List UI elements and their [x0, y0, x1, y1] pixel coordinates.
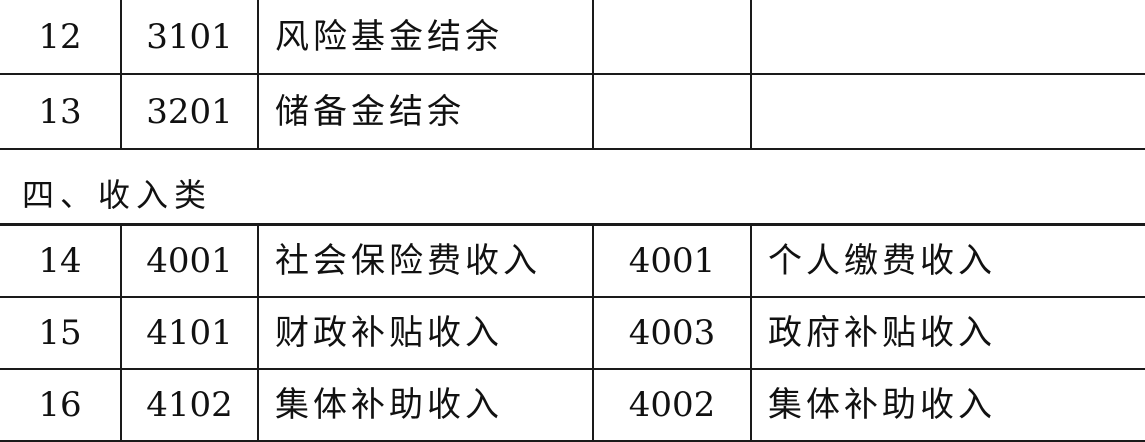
- sub-account-name: 个人缴费收入: [750, 223, 1145, 298]
- section-title: 四、收入类: [22, 176, 213, 214]
- row-number: 15: [0, 295, 122, 370]
- account-code: 4001: [120, 223, 259, 298]
- table-row: 16 4102 集体补助收入 4002 集体补助收入: [0, 367, 1145, 442]
- sub-account-code: 4001: [592, 223, 752, 298]
- account-name: 储备金结余: [257, 73, 594, 150]
- account-name: 集体补助收入: [257, 367, 594, 442]
- row-number: 14: [0, 223, 122, 298]
- row-number: 16: [0, 367, 122, 442]
- sub-account-name: [750, 0, 1145, 75]
- sub-account-code: [592, 73, 752, 150]
- sub-account-name: 政府补贴收入: [750, 295, 1145, 370]
- table-row: 13 3201 储备金结余: [0, 73, 1145, 150]
- sub-account-code: 4003: [592, 295, 752, 370]
- table-row: 14 4001 社会保险费收入 4001 个人缴费收入: [0, 223, 1145, 298]
- row-number: 13: [0, 73, 122, 150]
- account-name: 风险基金结余: [257, 0, 594, 75]
- account-name: 财政补贴收入: [257, 295, 594, 370]
- account-table-top: 12 3101 风险基金结余 13 3201 储备金结余: [0, 0, 1145, 150]
- account-code: 4101: [120, 295, 259, 370]
- account-code: 3201: [120, 73, 259, 150]
- sub-account-name: [750, 73, 1145, 150]
- row-number: 12: [0, 0, 122, 75]
- sub-account-code: [592, 0, 752, 75]
- sub-account-code: 4002: [592, 367, 752, 442]
- account-code: 4102: [120, 367, 259, 442]
- table-row: 12 3101 风险基金结余: [0, 0, 1145, 75]
- account-name: 社会保险费收入: [257, 223, 594, 298]
- account-code: 3101: [120, 0, 259, 75]
- account-table-income: 14 4001 社会保险费收入 4001 个人缴费收入 15 4101 财政补贴…: [0, 223, 1145, 442]
- sub-account-name: 集体补助收入: [750, 367, 1145, 442]
- table-row: 15 4101 财政补贴收入 4003 政府补贴收入: [0, 295, 1145, 370]
